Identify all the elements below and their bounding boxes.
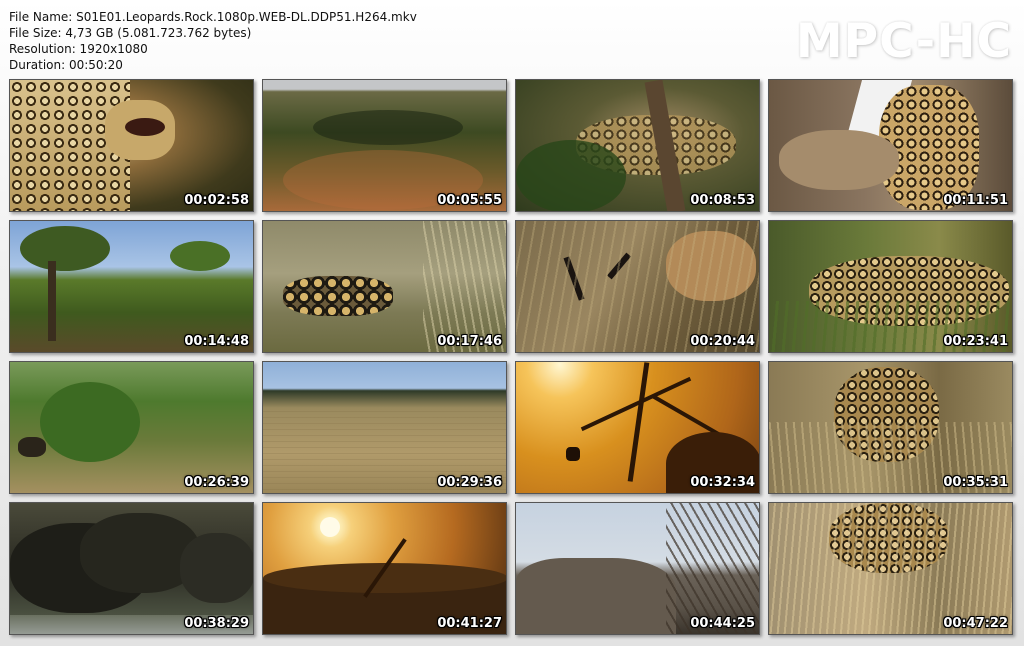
timestamp: 00:35:31 [943,475,1008,490]
thumbnail: 00:41:27 [262,502,507,635]
timestamp: 00:32:34 [690,475,755,490]
thumbnail: 00:08:53 [515,79,760,212]
thumbnail: 00:32:34 [515,361,760,494]
duration-text: Duration: 00:50:20 [9,58,123,72]
file-name-text: File Name: S01E01.Leopards.Rock.1080p.WE… [9,10,417,24]
resolution-text: Resolution: 1920x1080 [9,42,148,56]
timestamp: 00:23:41 [943,334,1008,349]
timestamp: 00:38:29 [184,616,249,631]
timestamp: 00:44:25 [690,616,755,631]
timestamp: 00:47:22 [943,616,1008,631]
thumbnail: 00:29:36 [262,361,507,494]
thumbnail: 00:35:31 [768,361,1013,494]
thumbnail: 00:02:58 [9,79,254,212]
thumbnail: 00:23:41 [768,220,1013,353]
thumbnail: 00:26:39 [9,361,254,494]
timestamp: 00:17:46 [437,334,502,349]
file-size-text: File Size: 4,73 GB (5.081.723.762 bytes) [9,26,252,40]
file-info-panel: File Name: S01E01.Leopards.Rock.1080p.WE… [9,9,417,73]
timestamp: 00:29:36 [437,475,502,490]
timestamp: 00:05:55 [437,193,502,208]
timestamp: 00:08:53 [690,193,755,208]
thumbnail: 00:11:51 [768,79,1013,212]
thumbnail: 00:47:22 [768,502,1013,635]
timestamp: 00:41:27 [437,616,502,631]
timestamp: 00:14:48 [184,334,249,349]
thumbnail-grid: 00:02:58 00:05:55 00:08:53 00:11:51 00:1… [9,79,1013,635]
thumbnail: 00:44:25 [515,502,760,635]
thumbnail: 00:38:29 [9,502,254,635]
timestamp: 00:26:39 [184,475,249,490]
thumbnail: 00:14:48 [9,220,254,353]
mpc-hc-logo: MPC-HC [795,14,1012,69]
thumbnail: 00:05:55 [262,79,507,212]
thumbnail: 00:20:44 [515,220,760,353]
thumbnail: 00:17:46 [262,220,507,353]
timestamp: 00:02:58 [184,193,249,208]
timestamp: 00:11:51 [943,193,1008,208]
timestamp: 00:20:44 [690,334,755,349]
